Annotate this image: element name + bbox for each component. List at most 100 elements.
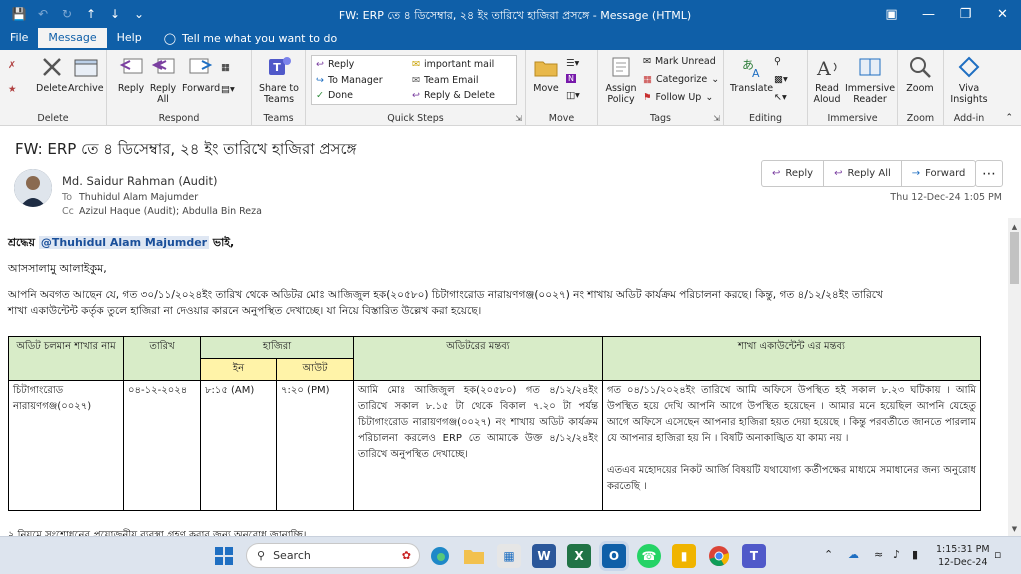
ignore-button[interactable]: ✗ [8, 60, 16, 71]
reply-all-icon [149, 54, 177, 80]
share-to-teams-button[interactable]: T Share to Teams [258, 54, 300, 105]
minimize-button[interactable]: — [910, 0, 947, 28]
previous-item-icon[interactable]: ↑ [82, 5, 100, 23]
replace-button[interactable]: ▩▾ [774, 74, 788, 85]
quick-step-to-manager[interactable]: ↪ To Manager [316, 75, 383, 86]
cell-auditor-comment: আমি মোঃ আজিজুল হক(২০৫৮০) গত ৪/১২/২৪ইং তা… [353, 380, 603, 511]
meeting-reply-button[interactable]: ▦ [221, 62, 230, 73]
wifi-icon[interactable]: ≈ [874, 548, 883, 561]
onedrive-icon[interactable]: ☁ [848, 548, 859, 561]
quick-step-done[interactable]: ✓ Done [316, 90, 353, 101]
sticky-notes-icon[interactable]: ▮ [672, 544, 696, 568]
select-button[interactable]: ↖▾ [774, 92, 787, 103]
tray-overflow-icon[interactable]: ⌃ [824, 548, 833, 561]
quick-step-important-mail[interactable]: ✉ important mail [412, 59, 494, 70]
store-icon[interactable]: ▦ [497, 544, 521, 568]
whatsapp-icon[interactable]: ☎ [637, 544, 661, 568]
cell-branch: চিটাগাংরোড নারায়ণগঞ্জ(০০২৭) [8, 380, 124, 511]
to-recipient[interactable]: Thuhidul Alam Majumder [79, 192, 198, 203]
scroll-thumb[interactable] [1010, 232, 1019, 284]
tab-message[interactable]: Message [38, 28, 107, 50]
reply-all-button[interactable]: Reply All [150, 54, 176, 105]
move-button[interactable]: Move [532, 54, 560, 94]
quick-step-reply[interactable]: ↩ Reply [316, 59, 354, 70]
quick-step-team-email[interactable]: ✉ Team Email [412, 75, 478, 86]
collapse-ribbon-icon[interactable]: ⌃ [1005, 113, 1013, 123]
battery-icon[interactable]: ▮ [912, 548, 918, 561]
ribbon-display-options-icon[interactable]: ▣ [873, 0, 910, 28]
group-tags-label: Tags [649, 113, 672, 124]
rules-button[interactable]: ☰▾ [566, 58, 579, 69]
restore-button[interactable]: ❐ [947, 0, 984, 28]
read-aloud-button[interactable]: A Read Aloud [813, 54, 841, 105]
forward-button[interactable]: Forward [182, 54, 220, 94]
volume-icon[interactable]: ♪ [893, 548, 900, 561]
zoom-button[interactable]: Zoom [906, 54, 934, 94]
more-actions-button[interactable]: ⋯ [975, 160, 1003, 187]
excel-icon[interactable]: X [567, 544, 591, 568]
translate-button[interactable]: あA Translate [730, 54, 773, 94]
onenote-icon: N [566, 74, 576, 83]
cc-recipients[interactable]: Azizul Haque (Audit); Abdulla Bin Reza [79, 206, 262, 217]
undo-icon[interactable]: ↶ [34, 5, 52, 23]
actions-button[interactable]: ◫▾ [566, 90, 580, 101]
group-quick-steps-label: Quick Steps [387, 113, 444, 124]
quick-step-reply-delete[interactable]: ↩ Reply & Delete [412, 90, 495, 101]
header-forward-button[interactable]: → Forward [902, 161, 976, 186]
onenote-button[interactable]: N [566, 74, 576, 83]
edge-icon[interactable] [428, 544, 452, 568]
delete-icon [38, 54, 66, 80]
reply-small-icon: ↩ [316, 59, 324, 70]
cleanup-button[interactable]: ★ [8, 84, 17, 95]
follow-up-button[interactable]: ⚑ Follow Up ⌄ [643, 92, 713, 103]
header-auditor-comment: অডিটরের মন্তব্য [353, 336, 603, 381]
lightbulb-icon: ◯ [163, 32, 177, 45]
tab-help[interactable]: Help [107, 28, 152, 50]
mention[interactable]: @Thuhidul Alam Majumder [38, 236, 210, 249]
customize-qat-icon[interactable]: ⌄ [130, 5, 148, 23]
tell-me-box[interactable]: ◯ Tell me what you want to do [152, 28, 348, 50]
immersive-reader-button[interactable]: Immersive Reader [845, 54, 895, 105]
group-immersive-label: Immersive [827, 113, 878, 124]
teams-taskbar-icon[interactable]: T [742, 544, 766, 568]
header-reply-button[interactable]: ↩ Reply [762, 161, 825, 186]
sender-name[interactable]: Md. Saidur Rahman (Audit) [62, 174, 217, 188]
window-controls: ▣ — ❐ ✕ [873, 0, 1021, 28]
word-icon[interactable]: W [532, 544, 556, 568]
mark-unread-button[interactable]: ✉ Mark Unread [643, 56, 716, 67]
header-date: তারিখ [123, 336, 201, 381]
message-date: Thu 12-Dec-24 1:05 PM [890, 192, 1002, 203]
scroll-down-icon[interactable]: ▼ [1008, 522, 1021, 535]
chrome-icon[interactable] [707, 544, 731, 568]
file-explorer-icon[interactable] [462, 544, 486, 568]
categorize-button[interactable]: ▦ Categorize ⌄ [643, 74, 719, 85]
reply-delete-icon: ↩ [412, 90, 420, 101]
save-icon[interactable]: 💾 [10, 5, 28, 23]
clock[interactable]: 1:15:31 PM 12-Dec-24 [936, 543, 990, 569]
windows-start-icon[interactable] [212, 544, 236, 568]
viva-insights-button[interactable]: Viva Insights [949, 54, 989, 105]
group-respond-label: Respond [158, 113, 200, 124]
assign-policy-button[interactable]: Assign Policy [604, 54, 638, 105]
find-button[interactable]: ⚲ [774, 56, 781, 67]
header-reply-all-button[interactable]: ↩ Reply All [824, 161, 902, 186]
cell-accountant-comment: গত ০৪/১১/২০২৪ইং তারিখে আমি অফিসে উপস্থিত… [602, 380, 981, 511]
search-highlight-icon: ✿ [401, 549, 411, 562]
outlook-icon[interactable]: O [602, 544, 626, 568]
group-immersive: A Read Aloud Immersive Reader Immersive [808, 50, 898, 126]
close-button[interactable]: ✕ [984, 0, 1021, 28]
tab-file[interactable]: File [0, 28, 38, 50]
redo-icon[interactable]: ↻ [58, 5, 76, 23]
team-email-icon: ✉ [412, 75, 420, 86]
ribbon: ✗ ★ Delete Archive Delete Reply Reply Al… [0, 50, 1021, 126]
reply-button[interactable]: Reply [117, 54, 145, 94]
notifications-icon[interactable]: ▫ [994, 548, 1001, 561]
to-manager-icon: ↪ [316, 75, 324, 86]
group-add-in-label: Add-in [953, 113, 985, 124]
zoom-icon [906, 54, 934, 80]
delete-button[interactable]: Delete [36, 54, 67, 94]
taskbar-search[interactable]: ⚲ Search ✿ [246, 543, 420, 568]
archive-button[interactable]: Archive [68, 54, 104, 94]
more-respond-button[interactable]: ▤▾ [221, 84, 235, 95]
next-item-icon[interactable]: ↓ [106, 5, 124, 23]
